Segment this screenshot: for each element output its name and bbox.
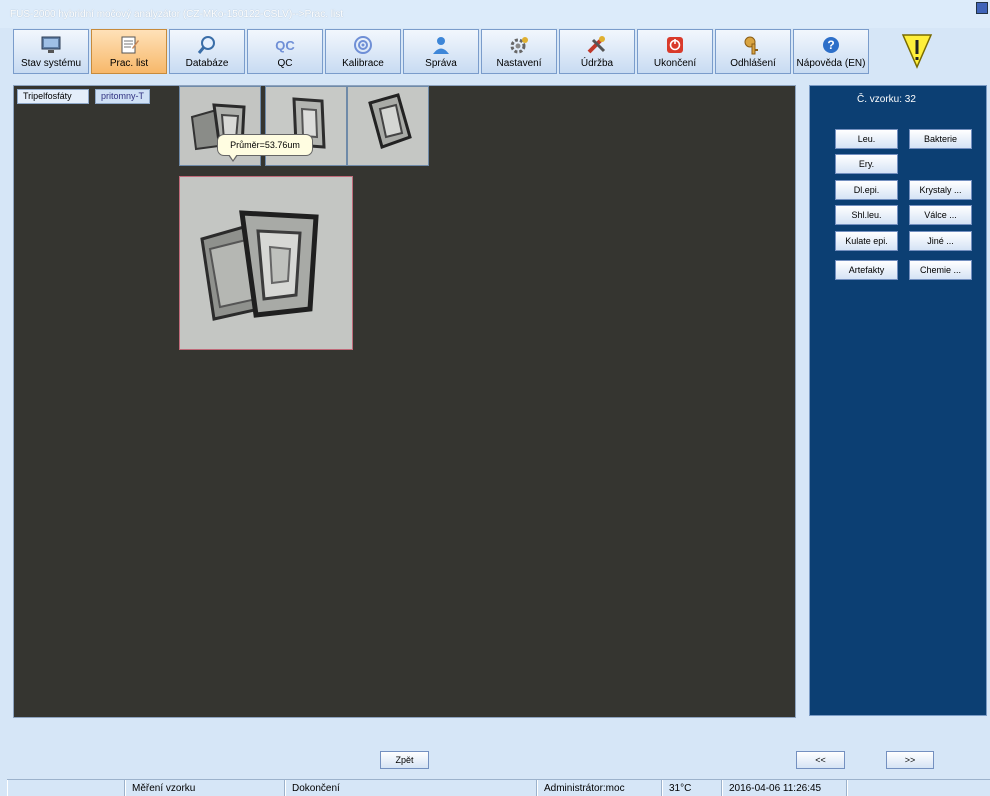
toolbar-button-nastaveni[interactable]: Nastavení — [481, 29, 557, 74]
toolbar-button-ukonceni[interactable]: Ukončení — [637, 29, 713, 74]
qc-icon: QC — [275, 37, 295, 53]
dl-epi-button[interactable]: Dl.epi. — [835, 180, 898, 200]
toolbar-button-napoveda[interactable]: ? Nápověda (EN) — [793, 29, 869, 74]
magnifier-icon — [196, 35, 218, 55]
tooltip-text: Průměr=53.76um — [230, 140, 300, 150]
toolbar-label: Odhlášení — [730, 58, 776, 69]
toolbar-button-stav-systemu[interactable]: Stav systému — [13, 29, 89, 74]
main-toolbar: Stav systému Prac. list Databáze QC QC K… — [13, 29, 869, 74]
window-control-icon[interactable] — [976, 2, 988, 14]
status-cell-progress: Dokončení — [285, 780, 537, 796]
toolbar-button-kalibrace[interactable]: Kalibrace — [325, 29, 401, 74]
toolbar-button-odhlaseni[interactable]: Odhlášení — [715, 29, 791, 74]
sample-number: Č. vzorku: 32 — [857, 94, 916, 105]
diameter-tooltip: Průměr=53.76um — [217, 134, 313, 162]
enlarged-crystal-image[interactable] — [179, 176, 353, 350]
leu-button[interactable]: Leu. — [835, 129, 898, 149]
monitor-icon — [40, 35, 62, 55]
valce-button[interactable]: Válce ... — [909, 205, 972, 225]
toolbar-button-udrzba[interactable]: Údržba — [559, 29, 635, 74]
status-cell-spacer — [847, 780, 990, 796]
window-title: FUS-2000 hybridní močový analyzátor (CZ-… — [10, 9, 343, 20]
toolbar-button-databaze[interactable]: Databáze — [169, 29, 245, 74]
toolbar-button-sprava[interactable]: Správa — [403, 29, 479, 74]
worklist-icon — [118, 35, 140, 55]
tab-tripelfosfaty[interactable]: Tripelfosfáty — [17, 89, 89, 104]
toolbar-label: Nápověda (EN) — [796, 58, 866, 69]
toolbar-label: Ukončení — [653, 58, 697, 69]
next-button[interactable]: >> — [886, 751, 934, 769]
help-icon: ? — [820, 35, 842, 55]
crystal-thumbnail[interactable] — [347, 86, 429, 166]
image-workspace: Tripelfosfáty pritomny-T Průměr=53.76um — [13, 85, 796, 718]
tooltip-tail-fill — [229, 154, 237, 160]
status-cell-mode: Měření vzorku — [125, 780, 285, 796]
status-cell-datetime: 2016-04-06 11:26:45 — [722, 780, 847, 796]
power-icon — [664, 35, 686, 55]
status-cell-empty — [7, 780, 125, 796]
toolbar-label: Databáze — [185, 58, 229, 69]
toolbar-label: Prac. list — [109, 58, 149, 69]
toolbar-label: Kalibrace — [342, 58, 384, 69]
tools-icon — [586, 35, 608, 55]
previous-button[interactable]: << — [796, 751, 845, 769]
toolbar-button-prac-list[interactable]: Prac. list — [91, 29, 167, 74]
krystaly-button[interactable]: Krystaly ... — [909, 180, 972, 200]
ery-button[interactable]: Ery. — [835, 154, 898, 174]
gear-icon — [508, 35, 530, 55]
toolbar-label: Údržba — [580, 58, 614, 69]
user-icon — [430, 35, 452, 55]
back-button[interactable]: Zpět — [380, 751, 429, 769]
title-bar: FUS-2000 hybridní močový analyzátor (CZ-… — [0, 0, 990, 28]
status-cell-temperature: 31°C — [662, 780, 722, 796]
toolbar-label: QC — [277, 58, 293, 69]
toolbar-button-qc[interactable]: QC QC — [247, 29, 323, 74]
toolbar-label: Stav systému — [20, 58, 82, 69]
status-cell-user: Administrátor:moc — [537, 780, 662, 796]
shl-leu-button[interactable]: Shl.leu. — [835, 205, 898, 225]
bakterie-button[interactable]: Bakterie — [909, 129, 972, 149]
classification-panel: Č. vzorku: 32 Leu. Bakterie Ery. Dl.epi.… — [809, 85, 987, 716]
jine-button[interactable]: Jiné ... — [909, 231, 972, 251]
warning-icon[interactable] — [899, 31, 935, 71]
tab-pritomny-t[interactable]: pritomny-T — [95, 89, 150, 104]
svg-text:?: ? — [827, 38, 834, 52]
target-icon — [352, 35, 374, 55]
toolbar-label: Správa — [425, 58, 457, 69]
artefakty-button[interactable]: Artefakty — [835, 260, 898, 280]
toolbar-label: Nastavení — [496, 58, 542, 69]
status-bar: Měření vzorku Dokončení Administrátor:mo… — [7, 779, 990, 796]
kulate-epi-button[interactable]: Kulate epi. — [835, 231, 898, 251]
chemie-button[interactable]: Chemie ... — [909, 260, 972, 280]
key-icon — [742, 35, 764, 55]
